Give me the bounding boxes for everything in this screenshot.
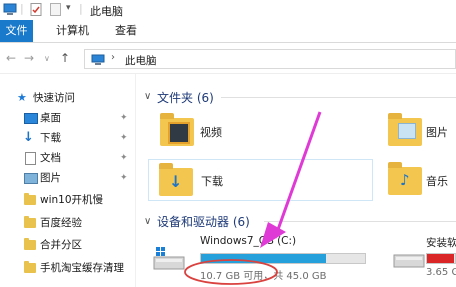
quick-access-dropdown-icon[interactable]: ▾ bbox=[66, 3, 71, 13]
navigation-bar: ← → ∨ ↑ › 此电脑 bbox=[0, 43, 456, 74]
folder-tile-pictures[interactable]: 图片 bbox=[384, 112, 456, 152]
navigation-pane: ★ 快速访问 桌面 ✦ ↓ 下载 ✦ 文档 ✦ 图片 ✦ win10开机慢 百度… bbox=[0, 74, 136, 287]
sidebar-item-downloads[interactable]: ↓ 下载 ✦ bbox=[0, 128, 135, 148]
drive-tile-c[interactable]: Windows7_OS (C:) 10.7 GB 可用，共 45.0 GB bbox=[150, 231, 375, 282]
sidebar-item-taobao[interactable]: 手机淘宝缓存清理 bbox=[0, 258, 135, 278]
tab-view[interactable]: 查看 bbox=[107, 20, 145, 42]
breadcrumb[interactable]: 此电脑 bbox=[125, 53, 157, 68]
folder-tile-videos[interactable]: 视频 bbox=[152, 112, 302, 152]
computer-icon bbox=[3, 3, 17, 15]
sidebar-item-merge[interactable]: 合并分区 bbox=[0, 235, 135, 255]
sidebar-item-label: 百度经验 bbox=[40, 217, 82, 229]
drive-usage-fill bbox=[201, 254, 326, 263]
drive-free-space: 10.7 GB 可用，共 45.0 GB bbox=[200, 271, 327, 282]
sidebar-item-baidu[interactable]: 百度经验 bbox=[0, 213, 135, 233]
sidebar-item-pictures[interactable]: 图片 ✦ bbox=[0, 168, 135, 188]
window-title: 此电脑 bbox=[90, 5, 123, 18]
address-bar[interactable]: › 此电脑 bbox=[84, 49, 456, 69]
section-divider bbox=[221, 97, 456, 98]
folder-icon bbox=[24, 216, 36, 228]
document-icon bbox=[25, 152, 36, 165]
drive-label: Windows7_OS (C:) bbox=[200, 235, 297, 247]
breadcrumb-chevron-icon[interactable]: › bbox=[111, 52, 115, 63]
folder-icon bbox=[24, 261, 36, 273]
up-icon[interactable]: ↑ bbox=[60, 51, 70, 65]
sidebar-item-label: 下载 bbox=[40, 132, 61, 144]
drive-label: 安装软 bbox=[426, 237, 456, 249]
ribbon-tabs: 文件 计算机 查看 bbox=[0, 20, 456, 43]
sidebar-item-label: 手机淘宝缓存清理 bbox=[40, 262, 124, 274]
tab-computer[interactable]: 计算机 bbox=[48, 20, 97, 42]
title-bar: | ▾ | 此电脑 bbox=[0, 0, 456, 20]
drive-tile-install[interactable]: 安装软 3.65 G bbox=[386, 231, 456, 281]
drive-free-space: 3.65 G bbox=[426, 267, 456, 278]
title-separator-2: | bbox=[79, 2, 83, 15]
back-icon[interactable]: ← bbox=[6, 51, 16, 65]
pin-icon: ✦ bbox=[120, 173, 128, 183]
folder-icon bbox=[24, 193, 36, 205]
sidebar-item-label: 文档 bbox=[40, 152, 61, 164]
pin-icon: ✦ bbox=[120, 113, 128, 123]
drive-icon bbox=[393, 254, 425, 268]
recent-dropdown-icon[interactable]: ∨ bbox=[44, 54, 50, 63]
music-folder-icon: ♪ bbox=[388, 162, 422, 195]
forward-icon[interactable]: → bbox=[24, 51, 34, 65]
sidebar-item-label: win10开机慢 bbox=[40, 194, 104, 206]
new-folder-icon[interactable] bbox=[50, 3, 62, 16]
folder-tile-downloads[interactable]: ↓ 下载 bbox=[148, 159, 373, 201]
section-divider bbox=[264, 221, 456, 222]
desktop-icon bbox=[24, 113, 38, 124]
folder-label: 音乐 bbox=[426, 175, 448, 188]
title-separator: | bbox=[20, 2, 24, 15]
folder-label: 图片 bbox=[426, 126, 448, 139]
collapse-chevron-icon[interactable]: ∨ bbox=[144, 91, 151, 102]
sidebar-item-documents[interactable]: 文档 ✦ bbox=[0, 148, 135, 168]
pin-icon: ✦ bbox=[120, 153, 128, 163]
pin-icon: ✦ bbox=[120, 133, 128, 143]
picture-folder-icon bbox=[388, 113, 422, 146]
sidebar-item-desktop[interactable]: 桌面 ✦ bbox=[0, 108, 135, 128]
sidebar-item-label: 合并分区 bbox=[40, 239, 82, 251]
section-title-folders[interactable]: 文件夹 (6) bbox=[157, 89, 214, 106]
drive-usage-bar bbox=[426, 253, 456, 264]
collapse-chevron-icon[interactable]: ∨ bbox=[144, 216, 151, 227]
picture-icon bbox=[24, 173, 38, 184]
video-folder-icon bbox=[160, 113, 194, 146]
computer-icon bbox=[91, 54, 105, 65]
section-title-drives[interactable]: 设备和驱动器 (6) bbox=[157, 213, 250, 230]
sidebar-item-win10[interactable]: win10开机慢 bbox=[0, 190, 135, 210]
drive-usage-bar bbox=[200, 253, 366, 264]
os-drive-icon bbox=[153, 247, 185, 270]
folder-label: 视频 bbox=[200, 126, 222, 139]
download-icon: ↓ bbox=[23, 130, 34, 145]
drive-usage-fill bbox=[427, 254, 454, 263]
content-pane: ∨ 文件夹 (6) 视频 图片 ↓ 下载 ♪ 音乐 ∨ 设备和驱动器 (6) W… bbox=[136, 74, 456, 287]
sidebar-item-label: 桌面 bbox=[40, 112, 61, 124]
folder-icon bbox=[24, 238, 36, 250]
sidebar-item-label: 图片 bbox=[40, 172, 61, 184]
properties-icon[interactable] bbox=[30, 3, 43, 16]
sidebar-item-label: 快速访问 bbox=[33, 92, 75, 104]
star-icon: ★ bbox=[17, 91, 27, 104]
folder-label: 下载 bbox=[201, 175, 223, 188]
download-folder-icon: ↓ bbox=[159, 163, 193, 196]
sidebar-quick-access[interactable]: ★ 快速访问 bbox=[0, 88, 135, 108]
folder-tile-music[interactable]: ♪ 音乐 bbox=[384, 159, 456, 201]
tab-file[interactable]: 文件 bbox=[0, 20, 33, 42]
